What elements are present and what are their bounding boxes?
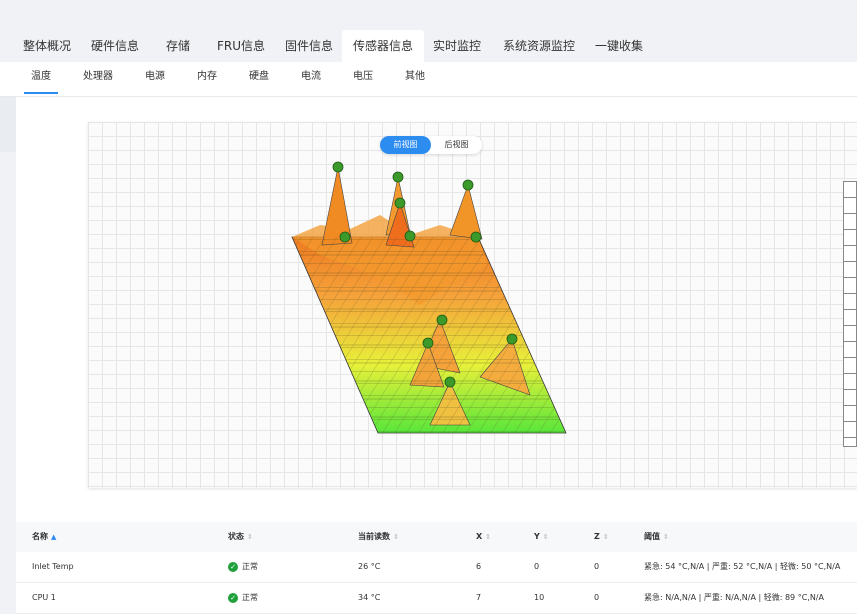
col-z[interactable]: Z ⇕ [594,522,609,552]
sensor-point [462,179,474,191]
sensor-point [394,197,406,209]
check-circle-icon: ✓ [228,592,238,603]
sensor-point [470,231,482,243]
main-tab-bar: 整体概况 硬件信息 存储 FRU信息 固件信息 传感器信息 实时监控 系统资源监… [0,30,857,62]
left-edge [0,97,16,152]
sensor-subtab-bar: 温度 处理器 电源 内存 硬盘 电流 电压 其他 [0,62,857,97]
cell-threshold: 紧急: N/A,N/A | 严重: N/A,N/A | 轻微: 89 °C,N/… [644,593,824,602]
sensor-point [339,231,351,243]
subtab-memory[interactable]: 内存 [190,62,224,96]
sensor-point [506,333,518,345]
col-status[interactable]: 状态 ⇕ [228,522,253,552]
subtab-voltage[interactable]: 电压 [346,62,380,96]
col-x[interactable]: X ⇕ [476,522,491,552]
front-view-button[interactable]: 前视图 [380,136,431,154]
col-y[interactable]: Y ⇕ [534,522,549,552]
subtab-current[interactable]: 电流 [294,62,328,96]
cell-reading: 26 °C [358,562,381,571]
cell-y: 10 [534,593,545,602]
sensor-point [392,171,404,183]
cell-name: Inlet Temp [32,562,74,571]
cell-name: CPU 1 [32,593,56,602]
sort-icon[interactable]: ⇕ [663,533,669,541]
subtab-temperature[interactable]: 温度 [24,62,58,94]
check-circle-icon: ✓ [228,561,238,572]
sort-icon[interactable]: ⇕ [247,533,253,541]
tab-realtime[interactable]: 实时监控 [426,30,488,62]
cell-y: 0 [534,562,540,571]
tab-overview[interactable]: 整体概况 [16,30,78,62]
sensor-point [436,314,448,326]
tab-firmware[interactable]: 固件信息 [278,30,340,62]
view-toggle: 前视图 后视图 [380,136,482,154]
top-strip [0,0,857,30]
sort-icon[interactable]: ⇕ [543,533,549,541]
subtab-disk[interactable]: 硬盘 [242,62,276,96]
sensor-point [404,230,416,242]
tab-resources[interactable]: 系统资源监控 [494,30,584,62]
col-name[interactable]: 名称 ▲ [32,522,56,552]
cell-z: 0 [594,593,600,602]
sort-asc-icon[interactable]: ▲ [51,533,56,541]
sensor-point [444,376,456,388]
tab-hardware[interactable]: 硬件信息 [84,30,146,62]
cell-status: ✓ 正常 [228,552,258,582]
table-row[interactable]: Inlet Temp ✓ 正常 26 °C 6 0 0 紧急: 54 °C,N/A… [16,552,857,583]
temperature-3d-surface[interactable] [280,155,580,445]
cell-x: 6 [476,562,482,571]
cell-threshold: 紧急: 54 °C,N/A | 严重: 52 °C,N/A | 轻微: 50 °… [644,562,841,571]
table-header: 名称 ▲ 状态 ⇕ 当前读数 ⇕ X ⇕ Y ⇕ Z ⇕ 阈值 ⇕ [16,522,857,553]
side-scale [843,181,857,447]
tab-storage[interactable]: 存储 [158,30,198,62]
sensor-point [422,337,434,349]
cell-reading: 34 °C [358,593,381,602]
tab-sensor[interactable]: 传感器信息 [342,30,424,62]
tab-fru[interactable]: FRU信息 [210,30,272,62]
peak-3 [449,183,483,240]
table-row[interactable]: CPU 1 ✓ 正常 34 °C 7 10 0 紧急: N/A,N/A | 严重:… [16,583,857,614]
tab-collect[interactable]: 一键收集 [588,30,650,62]
cell-z: 0 [594,562,600,571]
sort-icon[interactable]: ⇕ [485,533,491,541]
cell-x: 7 [476,593,482,602]
col-threshold[interactable]: 阈值 ⇕ [644,522,669,552]
sensor-point [332,161,344,173]
subtab-power[interactable]: 电源 [138,62,172,96]
back-view-button[interactable]: 后视图 [431,136,482,154]
subtab-processor[interactable]: 处理器 [76,62,120,96]
sort-icon[interactable]: ⇕ [603,533,609,541]
subtab-other[interactable]: 其他 [398,62,432,96]
sort-icon[interactable]: ⇕ [393,533,399,541]
col-reading[interactable]: 当前读数 ⇕ [358,522,399,552]
cell-status: ✓ 正常 [228,583,258,613]
